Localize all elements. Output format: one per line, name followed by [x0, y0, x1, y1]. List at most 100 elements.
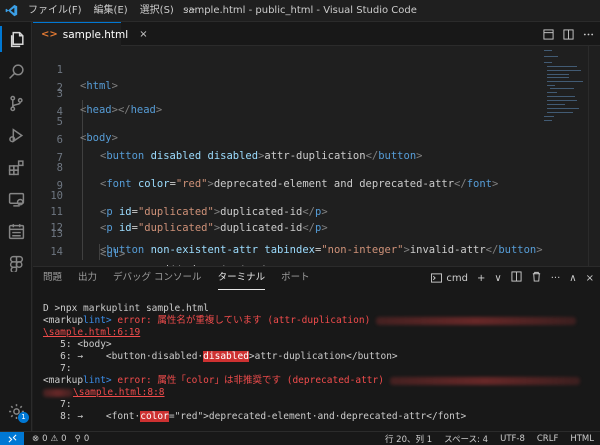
attr-disabled: disabled [150, 150, 202, 162]
bottom-panel: 問題 出力 デバッグ コンソール ターミナル ポート cmd + ∨ ··· ∧… [33, 266, 600, 431]
menu-more[interactable]: ··· [180, 0, 202, 22]
new-terminal-button[interactable]: + [477, 273, 485, 284]
settings-gear-icon[interactable]: 1 [0, 398, 32, 424]
tag-font-close: font [466, 178, 492, 190]
tab-output[interactable]: 出力 [78, 267, 97, 289]
terminal-output[interactable]: D >npx markuplint sample.html <markuplin… [43, 303, 588, 423]
title-bar: ファイル(F) 編集(E) 選択(S) ··· sample.html - pu… [0, 0, 600, 22]
remote-indicator-icon[interactable] [0, 431, 24, 445]
error-lint: lint> [83, 375, 112, 386]
attr-tabindex: tabindex [264, 244, 315, 256]
panel-actions: cmd + ∨ ··· ∧ × [431, 267, 594, 289]
indentation[interactable]: スペース: 4 [444, 433, 488, 445]
tab-debug-console[interactable]: デバッグ コンソール [113, 267, 202, 289]
run-debug-icon[interactable] [0, 122, 32, 148]
calendar-icon[interactable] [0, 218, 32, 244]
attr-non-existent: non-existent-attr [150, 244, 259, 256]
encoding[interactable]: UTF-8 [500, 434, 525, 444]
language-mode[interactable]: HTML [570, 434, 594, 444]
menu-selection[interactable]: 選択(S) [134, 0, 180, 22]
code-line: 11 <p id="duplicated">duplicated-id</p> [33, 188, 327, 234]
maximize-panel-icon[interactable]: ∧ [569, 273, 576, 284]
settings-badge: 1 [18, 412, 29, 423]
value-red: "red" [175, 178, 208, 190]
open-preview-icon[interactable] [542, 28, 554, 40]
error-highlight: color [140, 411, 169, 422]
terminal-context: 5: <body> [43, 339, 112, 350]
redacted-path [376, 316, 577, 325]
menu-edit[interactable]: 編集(E) [88, 0, 134, 22]
panel-more-icon[interactable]: ··· [551, 273, 561, 284]
value-duplicated: "duplicated" [137, 206, 214, 218]
terminal-prompt: D >npx markuplint sample.html [43, 303, 209, 314]
cursor-position[interactable]: 行 20、列 1 [385, 433, 432, 445]
html-file-icon: <> [41, 29, 58, 40]
remote-explorer-icon[interactable] [0, 186, 32, 212]
redacted-path [389, 376, 580, 385]
tab-problems[interactable]: 問題 [43, 267, 62, 289]
minimap[interactable] [542, 46, 586, 166]
status-bar: ⊗ 0 ⚠ 0 ⚲ 0 行 20、列 1 スペース: 4 UTF-8 CRLF HTM… [0, 431, 600, 445]
close-panel-icon[interactable]: × [586, 273, 594, 284]
error-lint: lint> [83, 315, 112, 326]
code-line: 13 <button non-existent-attr tabindex="n… [33, 210, 542, 256]
kill-terminal-icon[interactable] [531, 271, 542, 285]
tag-p: p [106, 206, 113, 218]
menu-file[interactable]: ファイル(F) [22, 0, 88, 22]
error-prefix: <markup [43, 375, 84, 386]
error-count: 0 [42, 433, 48, 444]
ports-status[interactable]: ⚲ 0 [75, 434, 90, 444]
warning-icon: ⚠ [50, 433, 59, 444]
search-icon[interactable] [0, 58, 32, 84]
error-highlight: disabled [203, 351, 249, 362]
terminal-context: 7: [43, 363, 72, 374]
redacted-path [43, 388, 73, 397]
tag-button: button [106, 150, 145, 162]
tag-head: head [86, 104, 112, 116]
split-terminal-icon[interactable] [511, 271, 522, 285]
figma-icon[interactable] [0, 250, 32, 276]
code-line: 6 <button disabled disabled>attr-duplica… [33, 116, 423, 162]
context-text: ="red">deprecated-element·and·deprecated… [168, 411, 467, 422]
editor-scrollbar[interactable] [588, 46, 600, 266]
tab-terminal[interactable]: ターミナル [217, 267, 266, 290]
ports-count: 0 [83, 433, 90, 444]
split-editor-icon[interactable] [562, 28, 574, 40]
tag-button-close: button [498, 244, 537, 256]
code-line: 10 <p id="duplicated">duplicated-id</p> [33, 172, 327, 218]
terminal-error-1: <markuplint> error: 属性名が重複しています (attr-du… [43, 315, 588, 327]
error-location-link[interactable]: \sample.html:6:19 [43, 327, 140, 338]
more-actions-icon[interactable] [582, 28, 594, 40]
tab-sample-html[interactable]: <> sample.html × [33, 22, 148, 46]
tag-head-close: head [130, 104, 156, 116]
context-text: 6: → <button·disabled· [43, 351, 204, 362]
value-non-integer: "non-integer" [321, 244, 404, 256]
extensions-icon[interactable] [0, 154, 32, 180]
warning-count: 0 [61, 433, 67, 444]
activity-bar: 1 [0, 22, 32, 431]
code-line: 8 <font color="red">deprecated-element a… [33, 144, 499, 190]
vscode-logo-icon[interactable] [0, 0, 22, 22]
error-location-link[interactable]: \sample.html:8:8 [73, 387, 165, 398]
tag-font: font [106, 178, 132, 190]
terminal-dropdown-icon[interactable]: ∨ [494, 273, 501, 284]
code-line: <ul> [100, 248, 126, 260]
text-invalid-attr: invalid-attr [409, 244, 486, 256]
tab-close-icon[interactable]: × [139, 29, 147, 40]
terminal-context: 6: → <button·disabled·disabled>attr-dupl… [43, 351, 588, 363]
terminal-shell-selector[interactable]: cmd [431, 273, 468, 284]
line-ending[interactable]: CRLF [537, 434, 558, 444]
text-deprecated: deprecated-element and deprecated-attr [213, 178, 455, 190]
code-line: 3 <head></head> [33, 70, 163, 116]
terminal-icon [431, 273, 443, 283]
tag-button-close: button [378, 150, 417, 162]
terminal-location-1: \sample.html:6:19 [43, 327, 588, 339]
code-editor[interactable]: 1 <html> 2 3 <head></head> 4 5 <body> 6 … [33, 46, 600, 266]
context-text: >attr-duplication</button> [248, 351, 398, 362]
source-control-icon[interactable] [0, 90, 32, 116]
value-duplicated: "duplicated" [137, 222, 214, 234]
tab-ports[interactable]: ポート [281, 267, 310, 289]
text-duplicated-id: duplicated-id [220, 222, 303, 234]
problems-status[interactable]: ⊗ 0 ⚠ 0 [32, 434, 67, 444]
explorer-icon[interactable] [0, 26, 32, 52]
